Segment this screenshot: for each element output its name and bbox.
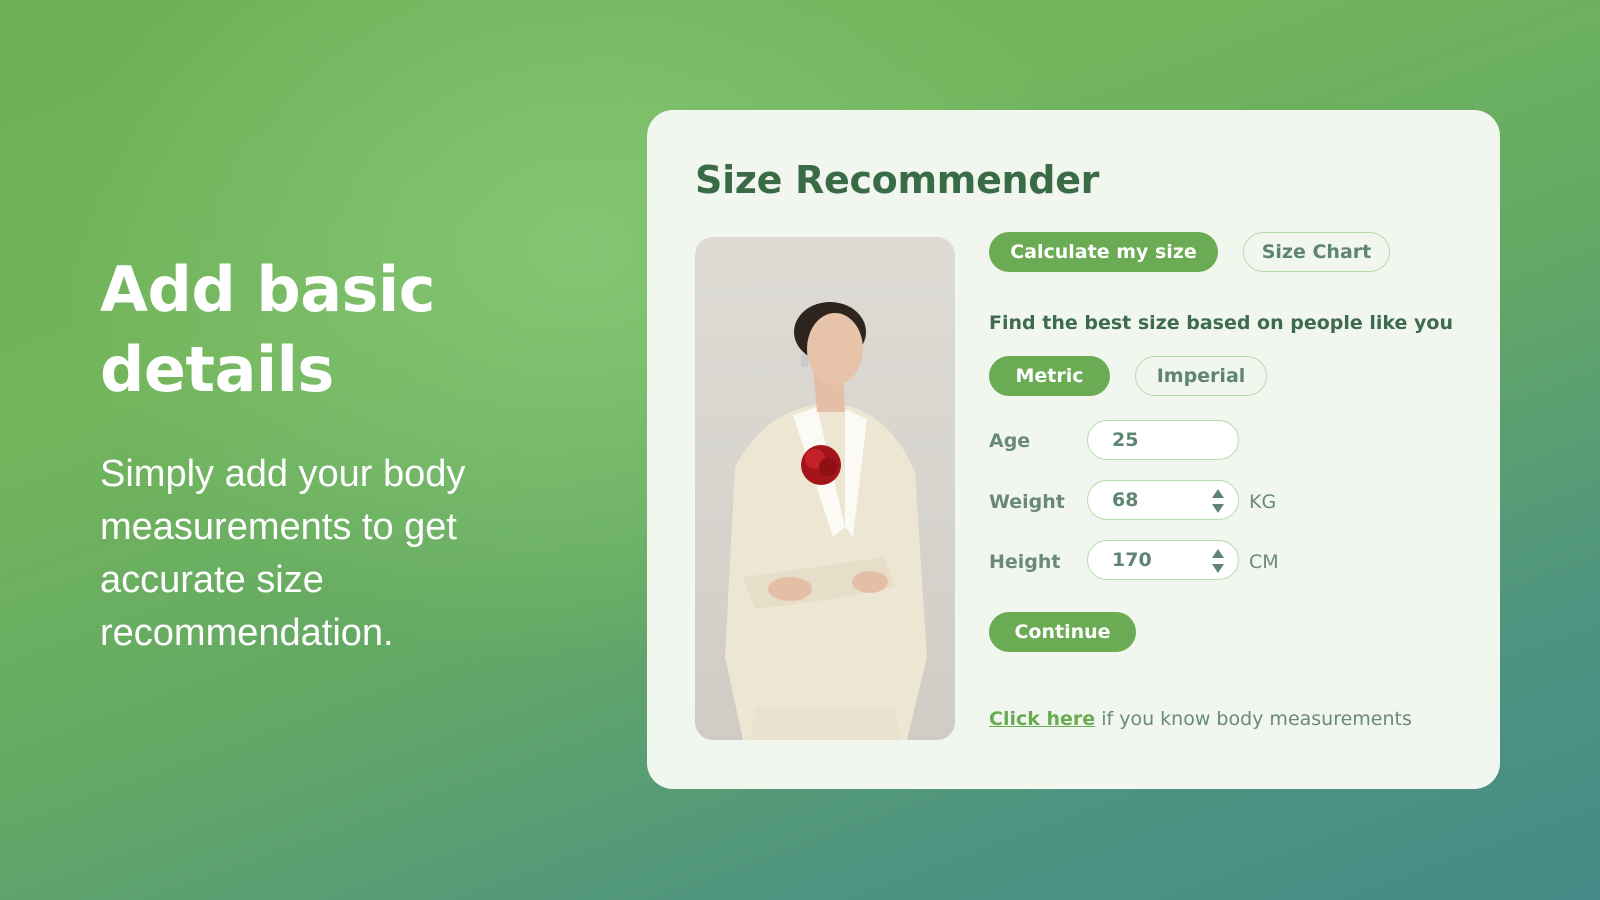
age-field-wrapper	[1087, 420, 1239, 460]
age-label: Age	[989, 430, 1031, 452]
hero-title-line1: Add basic	[100, 253, 435, 326]
weight-unit: KG	[1249, 491, 1277, 513]
weight-label: Weight	[989, 491, 1065, 513]
decrement-arrow-icon[interactable]	[1212, 564, 1224, 573]
height-input[interactable]	[1112, 549, 1212, 571]
model-illustration	[725, 302, 927, 740]
weight-stepper[interactable]	[1212, 489, 1224, 513]
increment-arrow-icon[interactable]	[1212, 489, 1224, 498]
hero-description: Simply add your body measurements to get…	[100, 453, 466, 654]
metric-toggle[interactable]: Metric	[989, 356, 1110, 396]
height-stepper[interactable]	[1212, 549, 1224, 573]
form-subtitle: Find the best size based on people like …	[989, 312, 1454, 334]
click-here-link[interactable]: Click here	[989, 708, 1095, 730]
weight-input[interactable]	[1112, 489, 1212, 511]
model-photo	[695, 237, 955, 740]
hint-text: if you know body measurements	[1095, 708, 1412, 730]
height-unit: CM	[1249, 551, 1279, 573]
hero-title-line2: details	[100, 333, 334, 406]
body-measurements-hint: Click here if you know body measurements	[989, 708, 1412, 730]
age-input[interactable]	[1112, 429, 1212, 451]
hero-title: Add basic details	[100, 250, 540, 410]
hero-section: Add basic details Simply add your body m…	[100, 250, 540, 660]
continue-button[interactable]: Continue	[989, 612, 1136, 652]
height-label: Height	[989, 551, 1061, 573]
increment-arrow-icon[interactable]	[1212, 549, 1224, 558]
size-chart-tab[interactable]: Size Chart	[1243, 232, 1390, 272]
calculate-my-size-tab[interactable]: Calculate my size	[989, 232, 1218, 272]
weight-field-wrapper	[1087, 480, 1239, 520]
card-title: Size Recommender	[695, 158, 1100, 202]
decrement-arrow-icon[interactable]	[1212, 504, 1224, 513]
height-field-wrapper	[1087, 540, 1239, 580]
size-recommender-card: Size Recommender Calculate my size Size …	[647, 110, 1500, 789]
imperial-toggle[interactable]: Imperial	[1135, 356, 1267, 396]
